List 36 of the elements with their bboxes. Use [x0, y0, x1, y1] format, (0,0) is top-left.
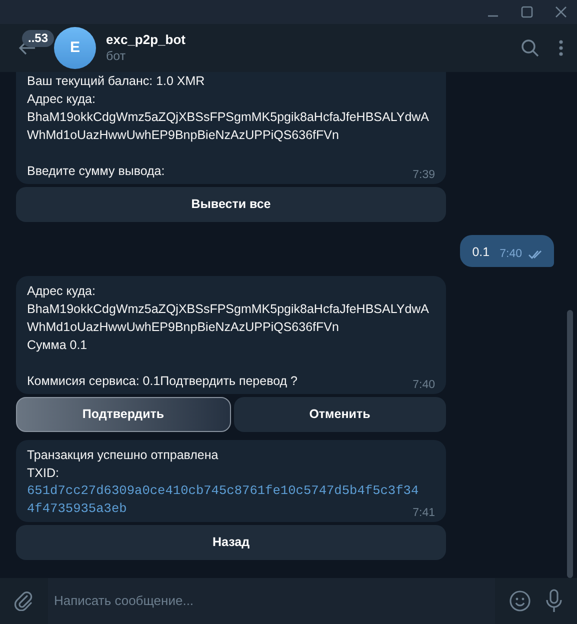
close-icon[interactable] — [555, 6, 567, 18]
message-text: TXID: — [27, 465, 60, 482]
message-text: Транзакция успешно отправлена — [27, 447, 220, 464]
search-icon[interactable] — [521, 39, 539, 57]
message-text: WhMd1oUazHwwUwhEP9BnpBieNzAzUPPiQS636fFVn — [27, 319, 340, 336]
chat-title: exc_p2p_bot — [106, 31, 186, 48]
keyboard-button[interactable]: Вывести все — [16, 187, 446, 222]
message-text: Адрес куда: — [27, 91, 96, 108]
chat-subtitle: бот — [106, 48, 127, 65]
message-text: BhaM19okkCdgWmz5aZQjXBSsFPSgmMK5pgik8aHcfaJfeHBSALYdwA — [27, 109, 430, 126]
message-text: Коммисия сервиса: 0.1Подтвердить перевод ? — [27, 373, 298, 390]
message-input[interactable]: Написать сообщение... — [48, 578, 495, 624]
keyboard-button[interactable]: Отменить — [234, 397, 446, 432]
code-text: 651d7cc27d6309a0ce410cb745c8761fe10c5747d5b4f5c3f34 — [27, 482, 420, 500]
emoji-icon[interactable] — [509, 590, 531, 612]
keyboard-button[interactable]: Подтвердить — [16, 397, 230, 432]
paperclip-icon[interactable] — [14, 591, 34, 611]
message-text: BhaM19okkCdgWmz5aZQjXBSsFPSgmMK5pgik8aHcfaJfeHBSALYdwA — [27, 301, 430, 318]
message-text: 0.1 — [472, 244, 490, 261]
message-time: 7:40 — [500, 247, 522, 261]
message-text: Ваш текущий баланс: 1.0 XMR — [27, 73, 206, 90]
scrollbar-thumb[interactable] — [567, 310, 573, 578]
unread-count: ..53 — [22, 30, 54, 47]
message-time: 7:40 — [412, 378, 435, 392]
maximize-icon[interactable] — [521, 6, 533, 18]
message-time: 7:39 — [412, 168, 435, 182]
message-text: Введите сумму вывода: — [27, 163, 165, 180]
more-icon[interactable] — [559, 40, 563, 56]
code-text: 4f4735935a3eb — [27, 500, 127, 518]
message-text: Адрес куда: — [27, 283, 96, 300]
message-time: 7:41 — [412, 506, 435, 520]
microphone-icon[interactable] — [545, 589, 563, 613]
keyboard-button[interactable]: Назад — [16, 525, 446, 560]
message-text: Сумма 0.1 — [27, 337, 88, 354]
back-arrow-icon[interactable] — [18, 41, 36, 55]
message-text: WhMd1oUazHwwUwhEP9BnpBieNzAzUPPiQS636fFVn — [27, 127, 340, 144]
